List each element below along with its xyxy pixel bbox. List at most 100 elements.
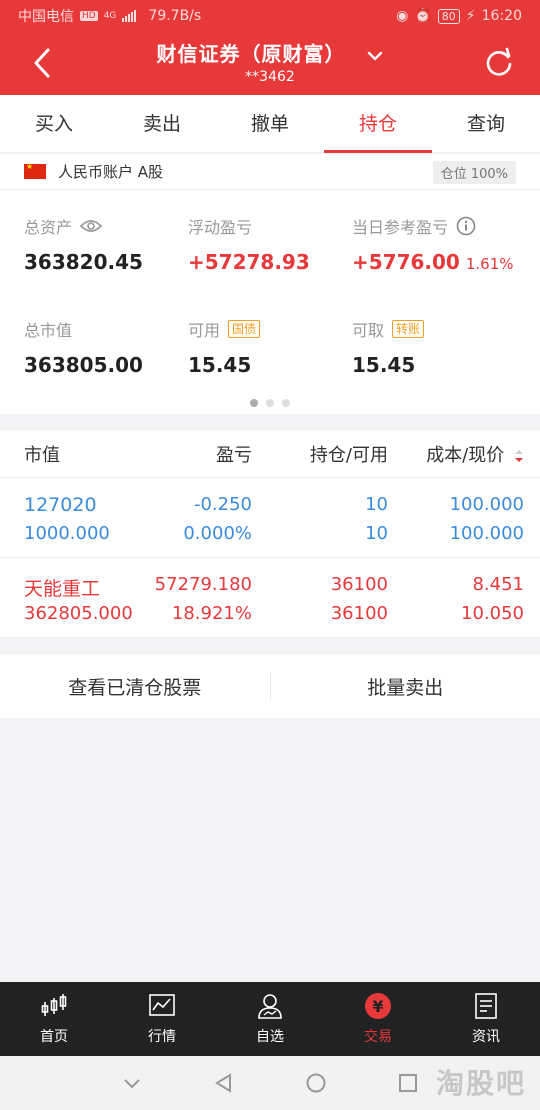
network-type: 4G — [103, 11, 117, 21]
page-indicator — [0, 399, 540, 407]
withdrawable-label: 可取 — [352, 321, 385, 340]
daily-pl-value: +5776.00 — [352, 250, 460, 274]
account-number: **3462 — [245, 69, 295, 85]
signal-icon — [122, 10, 137, 22]
float-pl-value: +57278.93 — [188, 250, 310, 274]
alarm-icon: ⏰ — [414, 8, 432, 24]
header-pl[interactable]: 盈亏 — [216, 441, 252, 467]
page-dot — [266, 399, 274, 407]
nav-news-label: 资讯 — [472, 1029, 500, 1045]
tab-cancel[interactable]: 撤单 — [216, 95, 324, 152]
network-speed: 79.7B/s — [148, 8, 202, 24]
nav-news[interactable]: 资讯 — [432, 982, 540, 1056]
trade-tabs: 买入 卖出 撤单 持仓 查询 — [0, 95, 540, 153]
stock-price: 100.000 — [449, 523, 524, 544]
bottom-nav: 首页 行情 自选 ¥ 交易 资讯 — [0, 982, 540, 1056]
withdrawable-funds: 可取 转账 15.45 — [352, 317, 425, 377]
float-pl: 浮动盈亏 +57278.93 — [188, 214, 310, 274]
header-position[interactable]: 持仓/可用 — [310, 441, 388, 467]
header-cost-label: 成本/现价 — [426, 444, 505, 466]
eye-icon[interactable] — [80, 219, 103, 233]
nav-home-label: 首页 — [40, 1029, 68, 1045]
market-value-value: 363805.00 — [24, 353, 143, 377]
treasury-bond-button[interactable]: 国债 — [228, 320, 261, 338]
stock-cost: 100.000 — [449, 494, 524, 515]
market-value-label: 总市值 — [24, 321, 73, 340]
app-header: 中国电信 HD 4G 79.7B/s ◉ ⏰ 80 ⚡ 16:20 财信证券（原… — [0, 0, 540, 95]
table-row[interactable]: 天能重工 362805.000 57279.180 18.921% 36100 … — [0, 558, 540, 638]
stock-pl: 57279.180 — [154, 574, 252, 595]
available-funds: 可用 国债 15.45 — [188, 317, 261, 377]
stock-position: 36100 — [330, 574, 388, 595]
tab-positions[interactable]: 持仓 — [324, 95, 432, 153]
nav-market-label: 行情 — [148, 1029, 176, 1045]
nav-market[interactable]: 行情 — [108, 982, 216, 1056]
carrier-label: 中国电信 — [18, 9, 74, 25]
china-flag-icon — [24, 162, 46, 179]
account-switcher[interactable]: 财信证券（原财富） **3462 — [0, 38, 540, 85]
stock-available: 10 — [365, 523, 388, 544]
page-dot — [282, 399, 290, 407]
daily-pl-pct: 1.61% — [465, 255, 514, 273]
daily-pl-label: 当日参考盈亏 — [352, 218, 449, 237]
battery-icon: 80 — [437, 8, 460, 24]
stock-pl: -0.250 — [193, 494, 252, 515]
stock-market-value: 362805.000 — [24, 603, 133, 624]
clock: 16:20 — [481, 8, 522, 24]
nav-home[interactable]: 首页 — [0, 982, 108, 1056]
home-circle-icon[interactable] — [305, 1072, 327, 1094]
market-icon — [149, 994, 175, 1016]
transfer-button[interactable]: 转账 — [392, 320, 425, 338]
stock-position: 10 — [365, 494, 388, 515]
header-market-value[interactable]: 市值 — [24, 441, 60, 467]
daily-pl: 当日参考盈亏 +5776.00 1.61% — [352, 214, 514, 274]
info-icon[interactable] — [456, 216, 476, 236]
stock-market-value: 1000.000 — [24, 523, 110, 544]
news-icon — [475, 993, 497, 1019]
total-assets-label: 总资产 — [24, 218, 73, 237]
position-ratio-badge: 仓位 100% — [432, 161, 516, 184]
stock-name: 127020 — [24, 494, 97, 516]
account-summary: 人民币账户 A股 仓位 100% 总资产 363820.45 浮动盈亏 +572… — [0, 154, 540, 414]
chevron-down-icon — [368, 51, 383, 60]
header-cost[interactable]: 成本/现价 — [426, 441, 524, 467]
stock-pl-pct: 18.921% — [171, 603, 252, 624]
nav-watchlist[interactable]: 自选 — [216, 982, 324, 1056]
broker-title: 财信证券（原财富） — [156, 42, 346, 66]
available-label: 可用 — [188, 321, 221, 340]
total-assets-value: 363820.45 — [24, 250, 143, 274]
trade-yen-icon: ¥ — [365, 993, 391, 1019]
table-row[interactable]: 127020 1000.000 -0.250 0.000% 10 10 100.… — [0, 478, 540, 558]
refresh-icon[interactable] — [484, 47, 514, 77]
nav-trade[interactable]: ¥ 交易 — [324, 982, 432, 1056]
total-assets: 总资产 363820.45 — [24, 214, 143, 274]
page-dot — [250, 399, 258, 407]
holdings-table: 市值 盈亏 持仓/可用 成本/现价 127020 1000.000 -0.250… — [0, 430, 540, 638]
stock-pl-pct: 0.000% — [183, 523, 252, 544]
stock-available: 36100 — [330, 603, 388, 624]
tab-buy[interactable]: 买入 — [0, 95, 108, 152]
watermark: 淘股吧 — [435, 1067, 526, 1100]
stock-price: 10.050 — [461, 603, 524, 624]
stock-cost: 8.451 — [472, 574, 524, 595]
stock-name: 天能重工 — [24, 578, 101, 600]
market-value: 总市值 363805.00 — [24, 317, 143, 377]
hd-badge: HD — [80, 11, 98, 21]
sort-icon — [515, 449, 523, 462]
nav-watchlist-label: 自选 — [256, 1029, 284, 1045]
tab-sell[interactable]: 卖出 — [108, 95, 216, 152]
recents-square-icon[interactable] — [397, 1072, 419, 1094]
back-triangle-icon[interactable] — [213, 1072, 235, 1094]
account-name: 人民币账户 A股 — [58, 163, 164, 181]
batch-sell-button[interactable]: 批量卖出 — [271, 673, 540, 700]
nav-trade-label: 交易 — [364, 1029, 392, 1045]
home-chart-icon — [41, 994, 67, 1016]
view-cleared-stocks-button[interactable]: 查看已清仓股票 — [0, 673, 270, 700]
tab-query[interactable]: 查询 — [432, 95, 540, 152]
withdrawable-value: 15.45 — [352, 353, 416, 377]
available-value: 15.45 — [188, 353, 252, 377]
charging-icon: ⚡ — [465, 8, 476, 24]
float-pl-label: 浮动盈亏 — [188, 218, 253, 237]
chevron-down-icon[interactable] — [121, 1072, 143, 1094]
eye-comfort-icon: ◉ — [396, 8, 409, 24]
